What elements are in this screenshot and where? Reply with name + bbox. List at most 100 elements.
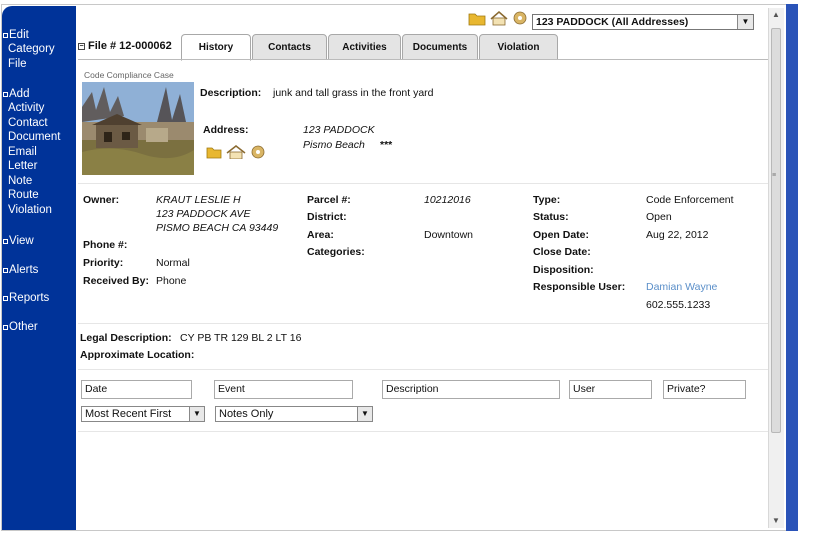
- column-header-private[interactable]: Private?: [663, 380, 746, 399]
- top-icon-group: [468, 10, 528, 26]
- parcel-value: 10212016: [424, 194, 471, 206]
- responsible-user-link[interactable]: Damian Wayne: [646, 281, 717, 293]
- sidebar-group-view: View: [2, 234, 76, 248]
- folder-icon[interactable]: [468, 10, 486, 26]
- tab-documents[interactable]: Documents: [402, 34, 478, 60]
- column-header-date[interactable]: Date: [81, 380, 192, 399]
- sidebar-item-file[interactable]: File: [2, 57, 76, 72]
- expand-icon: [3, 32, 8, 38]
- sidebar-nav: Edit Category File Add Activity Contact …: [2, 6, 76, 530]
- sidebar-head-alerts[interactable]: Alerts: [2, 263, 76, 277]
- sort-order-select[interactable]: Most Recent First ▼: [81, 406, 205, 422]
- tab-contacts[interactable]: Contacts: [252, 34, 327, 60]
- column-header-event[interactable]: Event: [214, 380, 353, 399]
- house-icon[interactable]: [489, 10, 509, 26]
- owner-street: 123 PADDOCK AVE: [156, 208, 251, 220]
- vertical-scrollbar[interactable]: ▲ ≡ ▼: [768, 8, 784, 528]
- address-icon-group: [206, 145, 266, 159]
- status-value: Open: [646, 211, 672, 223]
- sidebar-head-edit[interactable]: Edit: [2, 28, 76, 42]
- dropdown-arrow-icon[interactable]: ▼: [737, 15, 753, 29]
- address-line2: Pismo Beach: [303, 139, 365, 151]
- sidebar-group-add: Add Activity Contact Document Email Lett…: [2, 87, 76, 217]
- sidebar-item-route[interactable]: Route: [2, 188, 76, 203]
- dropdown-arrow-icon[interactable]: ▼: [357, 407, 372, 421]
- area-label: Area:: [307, 229, 334, 241]
- open-date-label: Open Date:: [533, 229, 590, 241]
- sidebar-group-alerts: Alerts: [2, 263, 76, 277]
- address-label: Address:: [203, 124, 249, 136]
- expand-icon: [3, 238, 8, 244]
- responsible-user-phone: 602.555.1233: [646, 299, 711, 311]
- expand-icon: [3, 267, 8, 273]
- type-label: Type:: [533, 194, 561, 206]
- column-header-description[interactable]: Description: [382, 380, 560, 399]
- sidebar-group-edit: Edit Category File: [2, 28, 76, 71]
- owner-name: KRAUT LESLIE H: [156, 194, 241, 206]
- type-value: Code Enforcement: [646, 194, 734, 206]
- expand-icon: [3, 91, 8, 97]
- priority-label: Priority:: [83, 257, 124, 269]
- tab-bar: − File # 12-000062 History Contacts Acti…: [78, 34, 768, 61]
- sort-order-value: Most Recent First: [85, 408, 172, 420]
- expand-icon: [3, 324, 8, 330]
- house-icon[interactable]: [225, 145, 247, 159]
- folder-icon[interactable]: [206, 145, 222, 159]
- tab-label: History: [198, 42, 234, 53]
- sidebar-item-category[interactable]: Category: [2, 42, 76, 57]
- sidebar-item-email[interactable]: Email: [2, 145, 76, 160]
- dropdown-arrow-icon[interactable]: ▼: [189, 407, 204, 421]
- status-label: Status:: [533, 211, 569, 223]
- tab-activities[interactable]: Activities: [328, 34, 401, 60]
- sidebar-item-document[interactable]: Document: [2, 130, 76, 145]
- sidebar-item-letter[interactable]: Letter: [2, 159, 76, 174]
- sidebar-item-violation[interactable]: Violation: [2, 203, 76, 218]
- approximate-location-label: Approximate Location:: [80, 349, 195, 361]
- scroll-grip-icon: ≡: [772, 172, 777, 179]
- scroll-up-icon[interactable]: ▲: [772, 10, 780, 19]
- sidebar-head-label: Reports: [9, 292, 50, 304]
- sidebar-head-other[interactable]: Other: [2, 320, 76, 334]
- window-edge: [786, 4, 798, 531]
- divider: [78, 369, 768, 370]
- filter-select[interactable]: Notes Only ▼: [215, 406, 373, 422]
- phone-label: Phone #:: [83, 239, 128, 251]
- map-pin-icon[interactable]: [250, 145, 266, 159]
- tab-history[interactable]: History: [181, 34, 251, 61]
- divider: [78, 183, 768, 184]
- sidebar-head-add[interactable]: Add: [2, 87, 76, 101]
- sidebar-item-contact[interactable]: Contact: [2, 116, 76, 131]
- sidebar-head-reports[interactable]: Reports: [2, 291, 76, 305]
- open-date-value: Aug 22, 2012: [646, 229, 709, 241]
- area-value: Downtown: [424, 229, 474, 241]
- filter-value: Notes Only: [219, 408, 274, 420]
- received-by-label: Received By:: [83, 275, 149, 287]
- categories-label: Categories:: [307, 246, 365, 258]
- sidebar-head-view[interactable]: View: [2, 234, 76, 248]
- sidebar-item-activity[interactable]: Activity: [2, 101, 76, 116]
- sidebar-head-label: Edit: [9, 29, 29, 41]
- sidebar-head-label: Alerts: [9, 264, 39, 276]
- received-by-value: Phone: [156, 275, 187, 287]
- description-value: junk and tall grass in the front yard: [273, 87, 434, 99]
- scroll-down-icon[interactable]: ▼: [772, 516, 780, 525]
- sidebar-head-label: View: [9, 235, 34, 247]
- tab-violation[interactable]: Violation: [479, 34, 558, 60]
- disposition-label: Disposition:: [533, 264, 594, 276]
- tab-label: Violation: [497, 41, 540, 53]
- column-header-user[interactable]: User: [569, 380, 652, 399]
- property-photo[interactable]: [82, 82, 194, 175]
- sidebar-item-note[interactable]: Note: [2, 174, 76, 189]
- tab-underline: [78, 59, 768, 60]
- collapse-icon[interactable]: −: [78, 42, 85, 50]
- sidebar-head-label: Other: [9, 321, 38, 333]
- address-select[interactable]: 123 PADDOCK (All Addresses) ▼: [532, 14, 754, 30]
- scroll-thumb[interactable]: [771, 28, 781, 433]
- tab-label: Contacts: [268, 41, 311, 53]
- sidebar-group-reports: Reports: [2, 291, 76, 305]
- address-line1: 123 PADDOCK: [303, 124, 375, 136]
- legal-description-value: CY PB TR 129 BL 2 LT 16: [180, 332, 302, 344]
- tab-label: Documents: [412, 41, 468, 53]
- address-stars: ***: [380, 139, 393, 151]
- map-pin-icon[interactable]: [512, 10, 528, 26]
